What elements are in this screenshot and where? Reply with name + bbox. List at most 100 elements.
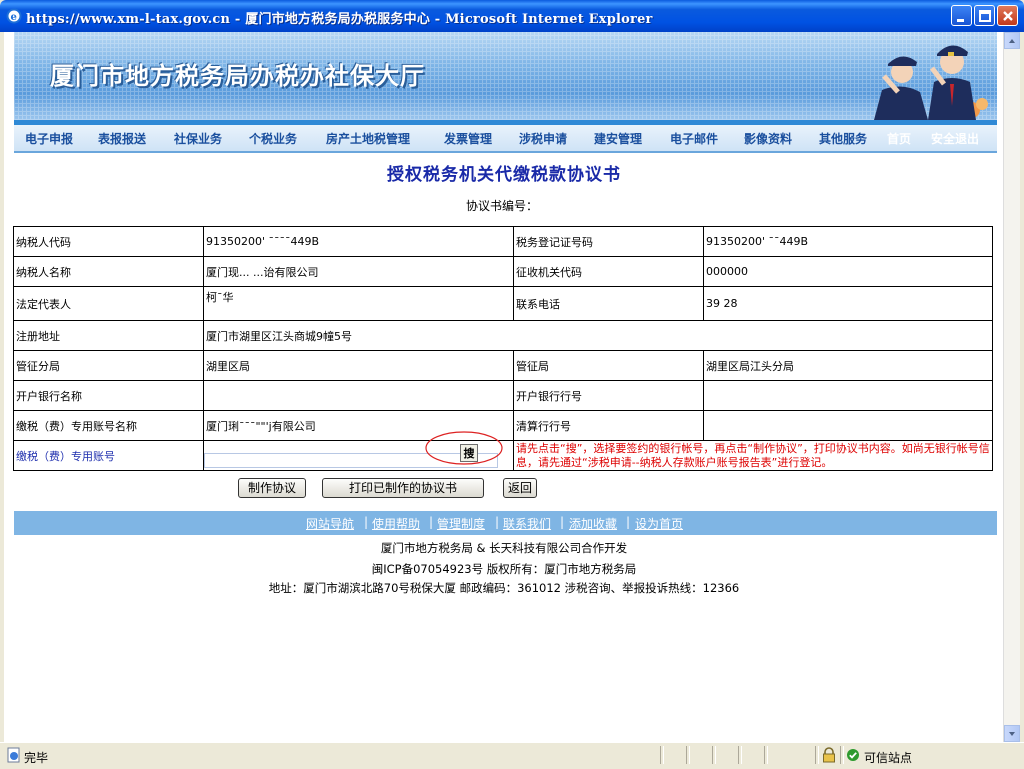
nav-item-image-data[interactable]: 影像资料 <box>744 130 792 147</box>
lock-icon[interactable] <box>822 747 836 763</box>
nav-item-construction[interactable]: 建安管理 <box>594 130 642 147</box>
status-text: 完毕 <box>24 751 49 765</box>
footer-link-set-homepage[interactable]: 设为首页 <box>635 515 683 532</box>
nav-item-tax-application[interactable]: 涉税申请 <box>519 130 567 147</box>
status-divider <box>764 746 768 764</box>
footer-separator: | <box>626 515 631 529</box>
footer-developer: 厦门市地方税务局 & 长天科技有限公司合作开发 <box>380 541 628 555</box>
nav-item-social-insurance[interactable]: 社保业务 <box>174 130 222 147</box>
bank-code-label: 开户银行行号 <box>513 380 704 411</box>
tax-reg-no-value: 91350200' ˉˉ449B <box>703 226 993 257</box>
main-nav: 电子申报 表报报送 社保业务 个税业务 房产土地税管理 发票管理 涉税申请 建安… <box>14 125 997 153</box>
tax-reg-no-label: 税务登记证号码 <box>513 226 704 257</box>
status-divider <box>840 746 844 764</box>
phone-label: 联系电话 <box>513 286 704 321</box>
print-agreement-button[interactable]: 打印已制作的协议书 <box>322 478 484 498</box>
window-title: https://www.xm-l-tax.gov.cn - 厦门市地方税务局办税… <box>26 12 653 27</box>
table-row: 开户银行名称 开户银行行号 <box>13 380 993 411</box>
nav-item-logout[interactable]: 安全退出 <box>931 130 979 147</box>
bank-code-value <box>703 380 993 411</box>
collector-code-label: 征收机关代码 <box>513 256 704 287</box>
svg-text:e: e <box>11 12 17 23</box>
minimize-icon <box>957 19 964 22</box>
table-row: 法定代表人 柯ˉ华 联系电话 39 28 <box>13 286 993 321</box>
officers-image <box>874 45 988 120</box>
taxpayer-name-value: 厦门现... ...诒有限公司 <box>203 256 514 287</box>
legal-rep-value: 柯ˉ华 <box>203 286 514 321</box>
footer-separator: | <box>560 515 565 529</box>
footer-separator: | <box>429 515 434 529</box>
nav-item-other-services[interactable]: 其他服务 <box>819 130 867 147</box>
table-row: 纳税人代码 91350200' ˉˉˉˉ449B 税务登记证号码 9135020… <box>13 226 993 257</box>
footer-copyright: 闽ICP备07054923号 版权所有：厦门市地方税务局 <box>371 562 637 576</box>
instruction-hint: 请先点击“搜”，选择要签约的银行帐号，再点击“制作协议”，打印协议书内容。如尚无… <box>513 440 993 471</box>
bureau-value: 湖里区局江头分局 <box>703 350 993 381</box>
clearing-code-label: 清算行行号 <box>513 410 704 441</box>
footer-link-help[interactable]: 使用帮助 <box>372 515 420 532</box>
nav-item-report-submission[interactable]: 表报报送 <box>98 130 146 147</box>
security-zone-label: 可信站点 <box>864 751 913 765</box>
account-name-label: 缴税（费）专用账号名称 <box>13 410 204 441</box>
site-banner: 厦门市地方税务局办税办社保大厅 <box>14 32 997 120</box>
page-done-icon <box>7 747 20 763</box>
footer-separator: | <box>364 515 369 529</box>
ie-window: e https://www.xm-l-tax.gov.cn - 厦门市地方税务局… <box>0 0 1024 769</box>
scroll-down-button[interactable] <box>1004 725 1020 742</box>
clearing-code-value <box>703 410 993 441</box>
search-account-button[interactable]: 搜 <box>460 444 478 462</box>
table-row: 纳税人名称 厦门现... ...诒有限公司 征收机关代码 000000 <box>13 256 993 287</box>
minimize-button[interactable] <box>951 5 972 26</box>
up-arrow-icon <box>1009 39 1015 43</box>
nav-item-e-filing[interactable]: 电子申报 <box>25 130 73 147</box>
legal-rep-label: 法定代表人 <box>13 286 204 321</box>
footer-address: 地址：厦门市湖滨北路70号税保大厦 邮政编码：361012 涉税咨询、举报投诉热… <box>268 581 740 595</box>
maximize-button[interactable] <box>974 5 995 26</box>
close-icon <box>1003 11 1013 21</box>
close-button[interactable] <box>997 5 1018 26</box>
page-title: 授权税务机关代缴税款协议书 <box>387 165 621 185</box>
ie-icon: e <box>6 8 22 24</box>
trusted-site-icon <box>847 749 859 761</box>
page-content: 厦门市地方税务局办税办社保大厅 电子申报 表报报送 社保业务 个税业务 房产土地… <box>4 32 1019 742</box>
protocol-number-label: 协议书编号： <box>466 199 539 213</box>
footer-link-bookmark[interactable]: 添加收藏 <box>569 515 617 532</box>
nav-item-email[interactable]: 电子邮件 <box>670 130 718 147</box>
vertical-scrollbar[interactable] <box>1003 32 1020 742</box>
status-divider <box>738 746 742 764</box>
footer-separator: | <box>495 515 500 529</box>
status-divider <box>660 746 664 764</box>
status-divider <box>686 746 690 764</box>
title-bar[interactable]: e https://www.xm-l-tax.gov.cn - 厦门市地方税务局… <box>0 0 1024 32</box>
collector-code-value: 000000 <box>703 256 993 287</box>
bureau-label: 管征局 <box>513 350 704 381</box>
scroll-up-button[interactable] <box>1004 32 1020 49</box>
footer-link-sitemap[interactable]: 网站导航 <box>306 515 354 532</box>
account-label: 缴税（费）专用账号 <box>13 440 204 471</box>
status-divider <box>815 746 819 764</box>
taxpayer-code-value: 91350200' ˉˉˉˉ449B <box>203 226 514 257</box>
branch-label: 管征分局 <box>13 350 204 381</box>
nav-item-invoice[interactable]: 发票管理 <box>444 130 492 147</box>
back-button[interactable]: 返回 <box>503 478 537 498</box>
nav-item-personal-tax[interactable]: 个税业务 <box>249 130 297 147</box>
make-agreement-button[interactable]: 制作协议 <box>238 478 306 498</box>
footer-links-bar: 网站导航 | 使用帮助 | 管理制度 | 联系我们 | 添加收藏 | 设为首页 <box>14 511 997 535</box>
footer-link-contact[interactable]: 联系我们 <box>503 515 551 532</box>
taxpayer-name-label: 纳税人名称 <box>13 256 204 287</box>
reg-address-label: 注册地址 <box>13 320 204 351</box>
branch-value: 湖里区局 <box>203 350 514 381</box>
bank-name-label: 开户银行名称 <box>13 380 204 411</box>
table-row: 管征分局 湖里区局 管征局 湖里区局江头分局 <box>13 350 993 381</box>
phone-value: 39 28 <box>703 286 993 321</box>
site-title: 厦门市地方税务局办税办社保大厅 <box>50 62 425 90</box>
maximize-icon <box>979 10 991 22</box>
taxpayer-code-label: 纳税人代码 <box>13 226 204 257</box>
bank-name-value <box>203 380 514 411</box>
status-bar: 完毕 可信站点 <box>0 742 1024 769</box>
nav-item-property-land-tax[interactable]: 房产土地税管理 <box>326 130 410 147</box>
table-row: 注册地址 厦门市湖里区江头商城9幢5号 <box>13 320 993 351</box>
nav-item-home[interactable]: 首页 <box>887 130 911 147</box>
footer-link-rules[interactable]: 管理制度 <box>437 515 485 532</box>
down-arrow-icon <box>1009 732 1015 736</box>
reg-address-value: 厦门市湖里区江头商城9幢5号 <box>203 320 993 351</box>
